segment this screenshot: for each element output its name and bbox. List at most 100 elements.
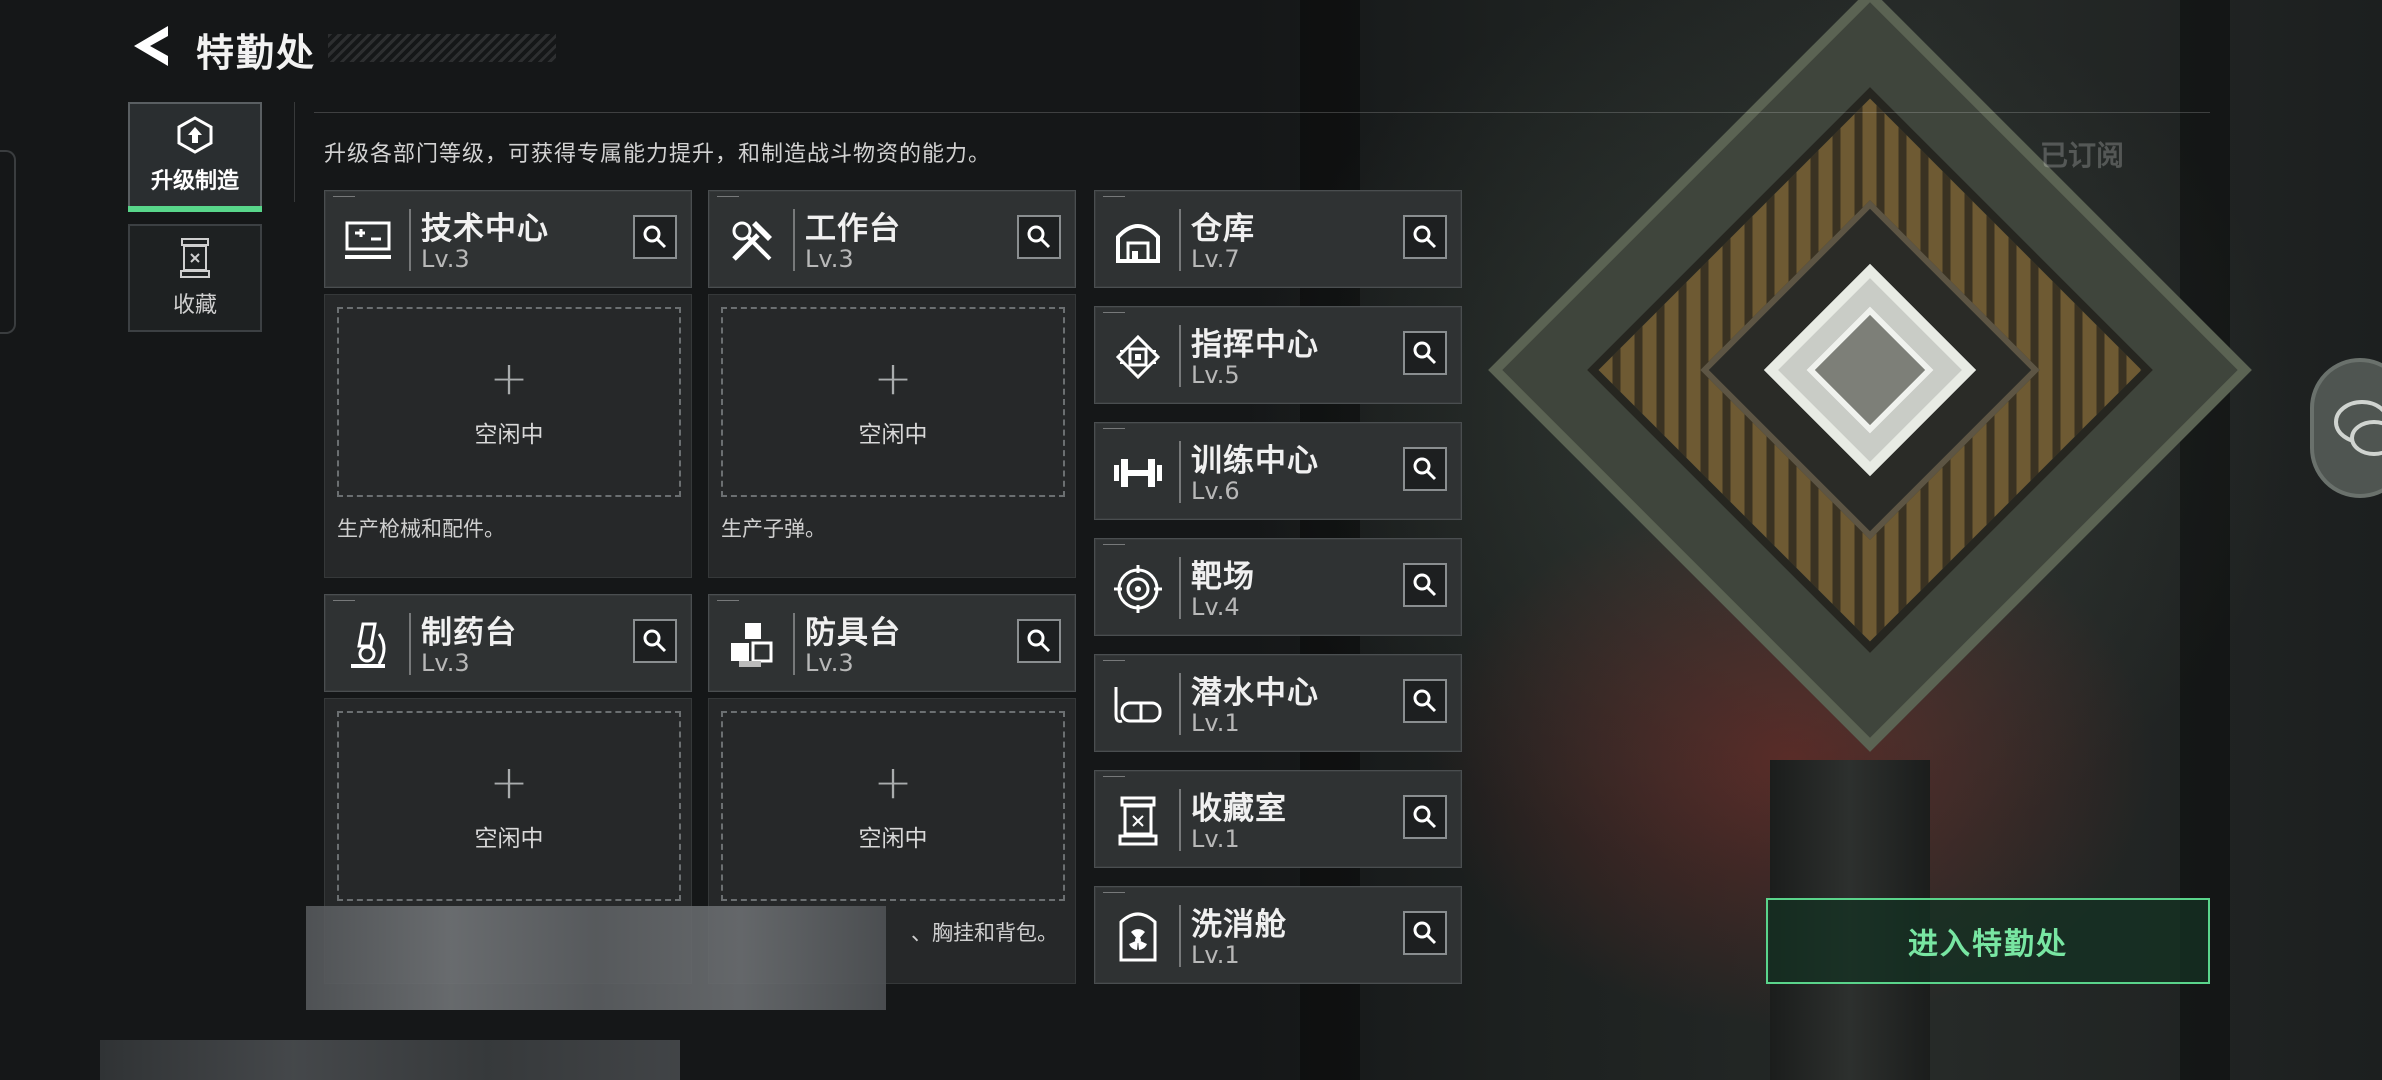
collection-capsule-icon xyxy=(180,238,210,278)
workshop-card-tech-center[interactable]: 技术中心 Lv.3 xyxy=(324,190,692,288)
production-slot[interactable]: + 空闲中 xyxy=(721,307,1065,497)
workshop-card-workbench[interactable]: 工作台 Lv.3 xyxy=(708,190,1076,288)
search-icon xyxy=(643,629,667,653)
search-icon xyxy=(1413,921,1437,945)
facility-card-collection-room[interactable]: 收藏室 Lv.1 xyxy=(1094,770,1462,868)
enter-facility-button[interactable]: 进入特勤处 xyxy=(1766,898,2210,984)
facility-level: Lv.7 xyxy=(1191,245,1240,273)
back-button[interactable] xyxy=(128,22,172,70)
facility-level: Lv.1 xyxy=(1191,709,1240,737)
add-icon: + xyxy=(489,755,529,809)
add-icon: + xyxy=(873,755,913,809)
dumbbell-icon xyxy=(1107,445,1169,501)
inspect-button[interactable] xyxy=(1403,447,1447,491)
slot-status: 空闲中 xyxy=(858,422,928,448)
add-icon: + xyxy=(873,351,913,405)
facility-level: Lv.5 xyxy=(1191,361,1240,389)
workbench-tools-icon xyxy=(721,213,783,269)
tab-collection[interactable]: 收藏 xyxy=(128,224,262,332)
search-icon xyxy=(1413,225,1437,249)
facility-name: 仓库 xyxy=(1191,211,1255,247)
diving-mask-icon xyxy=(1107,677,1169,733)
search-icon xyxy=(1027,225,1051,249)
facility-name: 指挥中心 xyxy=(1191,327,1319,363)
facility-card-decontamination[interactable]: 洗消舱 Lv.1 xyxy=(1094,886,1462,984)
facility-card-training-center[interactable]: 训练中心 Lv.6 xyxy=(1094,422,1462,520)
display-case-icon xyxy=(1107,793,1169,849)
production-slot[interactable]: + 空闲中 xyxy=(721,711,1065,901)
production-note: 生产枪械和配件。 xyxy=(337,517,505,541)
inspect-button[interactable] xyxy=(633,215,677,259)
facility-name: 训练中心 xyxy=(1191,443,1319,479)
search-icon xyxy=(1413,805,1437,829)
chat-bubble-icon xyxy=(2334,400,2382,456)
search-icon xyxy=(1413,689,1437,713)
floating-chat-button[interactable] xyxy=(2310,358,2382,498)
title-decoration xyxy=(328,34,556,62)
divider-line xyxy=(314,112,2210,113)
workshop-name: 防具台 xyxy=(805,615,901,651)
slot-status: 空闲中 xyxy=(474,422,544,448)
facility-name: 洗消舱 xyxy=(1191,907,1287,943)
left-edge-handle xyxy=(0,150,16,334)
inspect-button[interactable] xyxy=(633,619,677,663)
section-description: 升级各部门等级，可获得专属能力提升，和制造战斗物资的能力。 xyxy=(324,142,992,167)
production-panel-tech-center: + 空闲中 生产枪械和配件。 xyxy=(324,294,692,578)
inspect-button[interactable] xyxy=(1403,795,1447,839)
inspect-button[interactable] xyxy=(1403,215,1447,259)
facility-card-command-center[interactable]: 指挥中心 Lv.5 xyxy=(1094,306,1462,404)
inspect-button[interactable] xyxy=(1403,331,1447,375)
slot-status: 空闲中 xyxy=(858,826,928,852)
facility-card-warehouse[interactable]: 仓库 Lv.7 xyxy=(1094,190,1462,288)
warehouse-icon xyxy=(1107,213,1169,269)
target-icon xyxy=(1107,561,1169,617)
page-title: 特勤处 xyxy=(196,31,317,75)
tab-label: 升级制造 xyxy=(150,169,239,194)
divider-line xyxy=(294,102,295,202)
tech-center-icon xyxy=(337,213,399,269)
facility-name: 靶场 xyxy=(1191,559,1255,595)
radiation-chamber-icon xyxy=(1107,909,1169,965)
workshop-level: Lv.3 xyxy=(421,649,470,677)
workshop-name: 工作台 xyxy=(805,211,901,247)
production-slot[interactable]: + 空闲中 xyxy=(337,307,681,497)
workshop-level: Lv.3 xyxy=(805,245,854,273)
tab-label: 收藏 xyxy=(172,293,217,318)
inspect-button[interactable] xyxy=(1403,679,1447,723)
facility-level: Lv.4 xyxy=(1191,593,1240,621)
inspect-button[interactable] xyxy=(1017,619,1061,663)
search-icon xyxy=(643,225,667,249)
command-chip-icon xyxy=(1107,329,1169,385)
inspect-button[interactable] xyxy=(1403,911,1447,955)
upgrade-gear-icon xyxy=(177,116,213,154)
search-icon xyxy=(1413,341,1437,365)
subscribed-label: 已订阅 xyxy=(2040,139,2125,172)
armor-blocks-icon xyxy=(721,617,783,673)
facility-name: 收藏室 xyxy=(1191,791,1287,827)
inspect-button[interactable] xyxy=(1403,563,1447,607)
production-slot[interactable]: + 空闲中 xyxy=(337,711,681,901)
production-panel-workbench: + 空闲中 生产子弹。 xyxy=(708,294,1076,578)
workshop-card-armor[interactable]: 防具台 Lv.3 xyxy=(708,594,1076,692)
facility-level: Lv.6 xyxy=(1191,477,1240,505)
workshop-card-pharmacy[interactable]: 制药台 Lv.3 xyxy=(324,594,692,692)
add-icon: + xyxy=(489,351,529,405)
facility-level: Lv.1 xyxy=(1191,825,1240,853)
workshop-name: 技术中心 xyxy=(421,211,549,247)
workshop-level: Lv.3 xyxy=(805,649,854,677)
slot-status: 空闲中 xyxy=(474,826,544,852)
redacted-area xyxy=(100,1040,680,1080)
back-arrow-icon xyxy=(134,26,168,66)
workshop-name: 制药台 xyxy=(421,615,517,651)
facility-level: Lv.1 xyxy=(1191,941,1240,969)
microscope-icon xyxy=(337,617,399,673)
inspect-button[interactable] xyxy=(1017,215,1061,259)
redacted-area xyxy=(306,906,886,1010)
search-icon xyxy=(1413,573,1437,597)
workshop-level: Lv.3 xyxy=(421,245,470,273)
tab-upgrade-craft[interactable]: 升级制造 xyxy=(128,102,262,212)
facility-card-diving-center[interactable]: 潜水中心 Lv.1 xyxy=(1094,654,1462,752)
search-icon xyxy=(1027,629,1051,653)
facility-card-shooting-range[interactable]: 靶场 Lv.4 xyxy=(1094,538,1462,636)
search-icon xyxy=(1413,457,1437,481)
